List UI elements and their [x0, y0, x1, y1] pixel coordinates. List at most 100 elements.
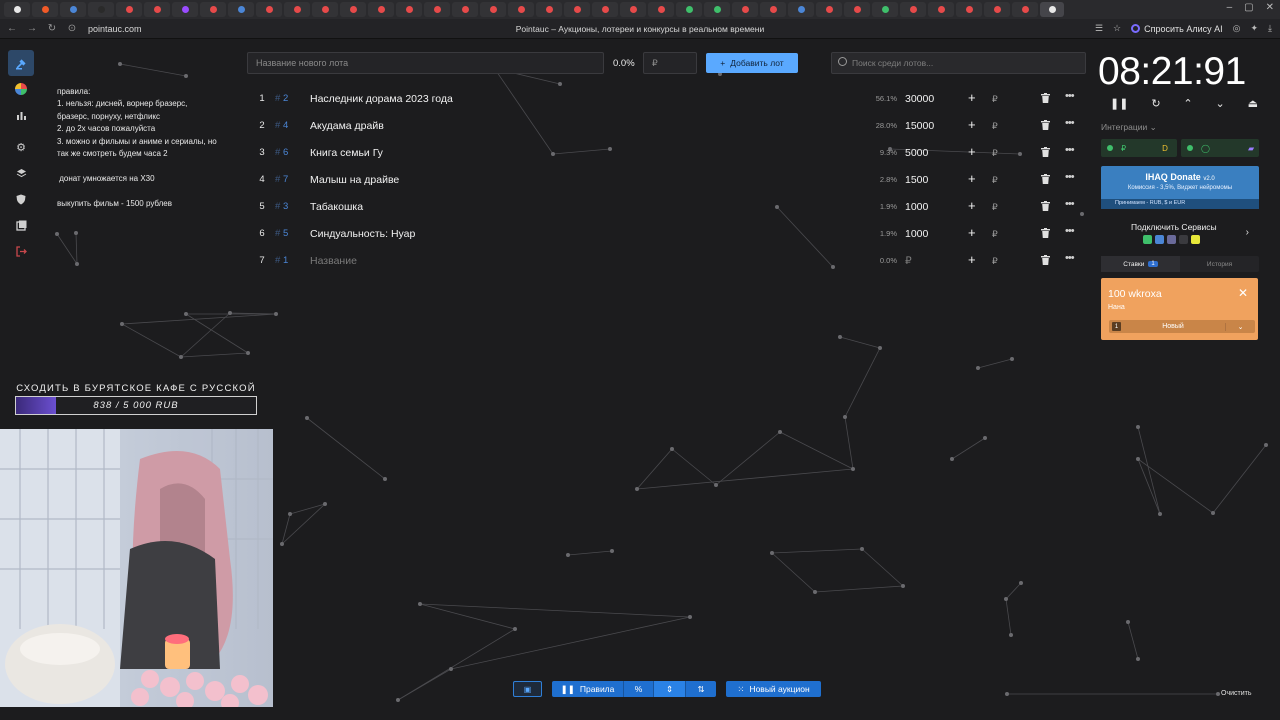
browser-tab[interactable] — [340, 2, 366, 17]
browser-tab[interactable] — [984, 2, 1010, 17]
lot-amount-input[interactable]: ₽ — [905, 255, 912, 267]
tab-bids[interactable]: Ставки 1 — [1101, 256, 1180, 272]
protect-icon[interactable]: ◎ — [1233, 23, 1241, 34]
lot-amount-input[interactable]: 1000 — [905, 228, 928, 240]
browser-tab[interactable] — [32, 2, 58, 17]
extensions-icon[interactable]: ✦ — [1250, 23, 1258, 34]
integration-row-1[interactable]: ₽ D — [1101, 139, 1177, 157]
add-amount-icon[interactable]: + — [968, 117, 976, 132]
browser-tab[interactable] — [1012, 2, 1038, 17]
forward-icon[interactable]: → — [24, 23, 40, 34]
minimize-icon[interactable]: – — [1227, 2, 1233, 13]
lot-amount-input[interactable]: 1000 — [905, 201, 928, 213]
delete-icon[interactable] — [1041, 93, 1050, 103]
new-lot-amount-input[interactable]: ₽ — [643, 52, 697, 74]
menu-icon[interactable]: ☰ — [1095, 23, 1103, 34]
browser-tab[interactable] — [88, 2, 114, 17]
browser-tab[interactable] — [368, 2, 394, 17]
browser-tab[interactable] — [816, 2, 842, 17]
integrations-toggle[interactable]: Интеграции ⌄ — [1101, 122, 1157, 133]
browser-tab[interactable] — [844, 2, 870, 17]
auction-icon[interactable] — [8, 50, 34, 76]
sort-toggle[interactable]: ⇅ — [686, 681, 716, 697]
reload-icon[interactable]: ↻ — [44, 23, 60, 34]
connect-services-button[interactable]: Подключить Сервисы › — [1101, 220, 1259, 246]
lot-name-input[interactable]: Малыш на драйве — [310, 174, 399, 186]
reset-icon[interactable]: ↻ — [1151, 97, 1160, 110]
layers-icon[interactable] — [8, 160, 34, 186]
collapse-up-icon[interactable]: ⏏ — [1248, 97, 1258, 110]
percent-toggle[interactable]: % — [624, 681, 654, 697]
browser-tab[interactable] — [592, 2, 618, 17]
browser-tab[interactable] — [116, 2, 142, 17]
lot-name-input[interactable]: Название — [310, 255, 357, 267]
add-amount-icon[interactable]: + — [968, 198, 976, 213]
bookmark-icon[interactable]: ☆ — [1113, 23, 1121, 34]
browser-tab[interactable] — [396, 2, 422, 17]
back-icon[interactable]: ← — [4, 23, 20, 34]
browser-tab[interactable] — [928, 2, 954, 17]
lot-name-input[interactable]: Синдуальность: Нуар — [310, 228, 415, 240]
lot-amount-input[interactable]: 5000 — [905, 147, 928, 159]
wheel-icon[interactable] — [8, 76, 34, 102]
browser-tab[interactable] — [200, 2, 226, 17]
lot-search-input[interactable]: Поиск среди лотов... — [831, 52, 1086, 74]
shield-icon[interactable] — [8, 186, 34, 212]
browser-tab[interactable] — [760, 2, 786, 17]
browser-tab[interactable] — [900, 2, 926, 17]
browser-tab[interactable] — [284, 2, 310, 17]
bid-lot-select[interactable]: 1 Новый ⌄ — [1109, 320, 1255, 333]
delete-icon[interactable] — [1041, 147, 1050, 157]
browser-tab[interactable] — [424, 2, 450, 17]
lot-name-input[interactable]: Табакошка — [310, 201, 363, 213]
lot-amount-input[interactable]: 15000 — [905, 120, 934, 132]
browser-tab[interactable] — [228, 2, 254, 17]
delete-icon[interactable] — [1041, 174, 1050, 184]
lot-amount-input[interactable]: 1500 — [905, 174, 928, 186]
tab-history[interactable]: История — [1180, 256, 1259, 272]
compact-toggle[interactable]: ⇕ — [654, 681, 686, 697]
add-amount-icon[interactable]: + — [968, 225, 976, 240]
close-icon[interactable]: ✕ — [1238, 286, 1248, 300]
add-lot-button[interactable]: + Добавить лот — [706, 53, 798, 73]
browser-tab[interactable] — [256, 2, 282, 17]
more-icon[interactable]: ••• — [1065, 171, 1075, 183]
browser-tab[interactable] — [508, 2, 534, 17]
lot-amount-input[interactable]: 30000 — [905, 93, 934, 105]
url-field[interactable]: pointauc.com — [88, 24, 142, 34]
download-icon[interactable]: ⤓ — [1268, 23, 1272, 34]
rules-button[interactable]: ❚❚ Правила — [552, 681, 624, 697]
gear-icon[interactable]: ⚙ — [8, 134, 34, 160]
browser-tab[interactable] — [172, 2, 198, 17]
lot-name-input[interactable]: Книга семьи Гу — [310, 147, 383, 159]
more-icon[interactable]: ••• — [1065, 90, 1075, 102]
pause-icon[interactable]: ❚❚ — [1110, 97, 1128, 110]
browser-tab[interactable] — [704, 2, 730, 17]
save-icon[interactable]: ▣ — [513, 681, 542, 697]
delete-icon[interactable] — [1041, 255, 1050, 265]
clear-button[interactable]: Очистить — [1221, 690, 1251, 697]
exit-icon[interactable] — [8, 238, 34, 264]
add-amount-icon[interactable]: + — [968, 252, 976, 267]
browser-tab[interactable] — [60, 2, 86, 17]
new-auction-button[interactable]: ⁙ Новый аукцион — [726, 681, 821, 697]
browser-tab[interactable] — [480, 2, 506, 17]
browser-tab[interactable] — [1040, 2, 1064, 17]
more-icon[interactable]: ••• — [1065, 252, 1075, 264]
browser-tab[interactable] — [620, 2, 646, 17]
browser-tab[interactable] — [4, 2, 30, 17]
more-icon[interactable]: ••• — [1065, 144, 1075, 156]
delete-icon[interactable] — [1041, 201, 1050, 211]
more-icon[interactable]: ••• — [1065, 198, 1075, 210]
browser-tab[interactable] — [144, 2, 170, 17]
history-icon[interactable] — [8, 212, 34, 238]
browser-tab[interactable] — [312, 2, 338, 17]
browser-tab[interactable] — [648, 2, 674, 17]
stats-icon[interactable] — [8, 102, 34, 128]
browser-tab[interactable] — [536, 2, 562, 17]
close-window-icon[interactable]: ✕ — [1266, 2, 1274, 13]
browser-tab[interactable] — [872, 2, 898, 17]
delete-icon[interactable] — [1041, 228, 1050, 238]
bid-card[interactable]: 100 wkroxa ✕ Нана 1 Новый ⌄ — [1101, 278, 1258, 340]
browser-tab[interactable] — [564, 2, 590, 17]
